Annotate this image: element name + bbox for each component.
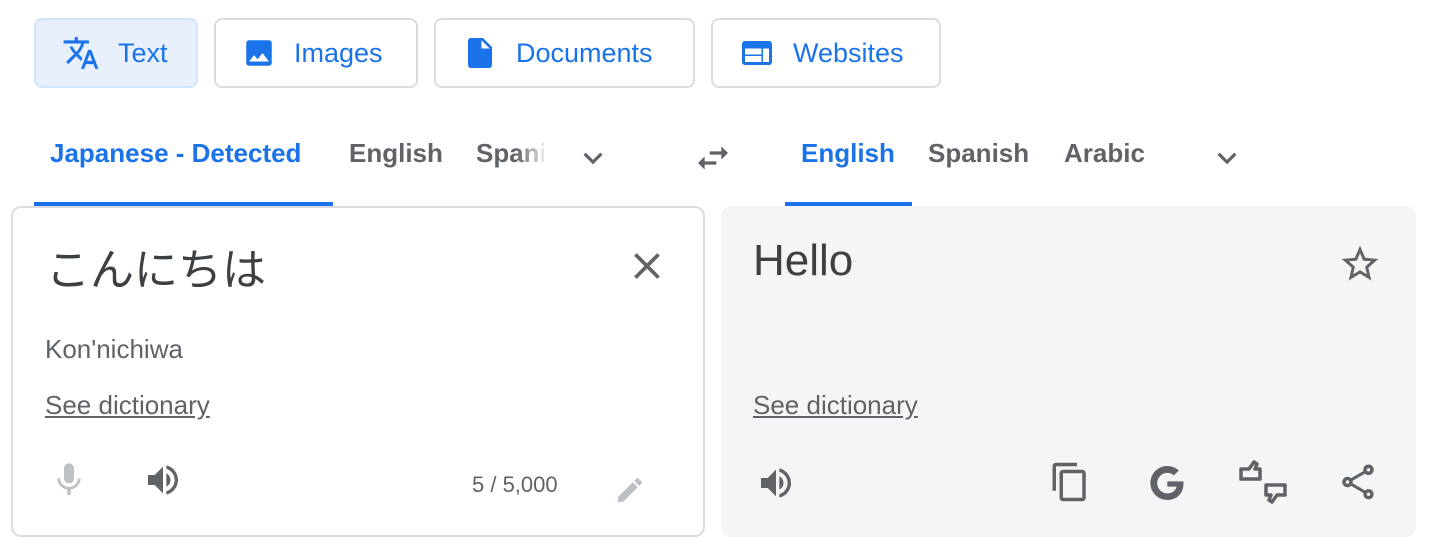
close-icon[interactable] (625, 244, 669, 288)
feedback-icon[interactable] (1238, 459, 1288, 505)
document-icon (468, 38, 492, 68)
documents-mode-button[interactable]: Documents (434, 18, 695, 88)
chevron-down-icon[interactable] (574, 139, 612, 177)
character-count: 5 / 5,000 (472, 472, 558, 497)
copy-icon[interactable] (1049, 461, 1091, 503)
source-transliteration: Kon'nichiwa (45, 334, 183, 364)
target-see-dictionary-link[interactable]: See dictionary (753, 390, 918, 421)
text-mode-label: Text (118, 37, 168, 68)
translated-text: Hello (753, 236, 854, 285)
edit-pencil-icon[interactable] (614, 474, 646, 506)
websites-mode-label: Websites (793, 37, 904, 68)
website-icon (742, 41, 772, 65)
text-mode-button[interactable]: Text (34, 18, 198, 88)
microphone-icon[interactable] (49, 459, 89, 501)
documents-mode-label: Documents (516, 37, 653, 68)
image-icon (246, 40, 272, 66)
translation-panel: Hello See dictionary (721, 206, 1416, 537)
chevron-down-icon[interactable] (1208, 139, 1246, 177)
source-text-input[interactable]: こんにちは (46, 234, 266, 298)
target-lang-tab-arabic[interactable]: Arabic (1064, 138, 1145, 178)
swap-languages-icon[interactable] (692, 138, 734, 178)
star-icon[interactable] (1338, 242, 1382, 286)
images-mode-label: Images (294, 37, 383, 68)
target-lang-tab-english[interactable]: English (801, 138, 895, 178)
source-text-panel: こんにちは Kon'nichiwa See dictionary 5 / 5,0… (11, 206, 705, 537)
listen-source-icon[interactable] (143, 460, 183, 500)
source-lang-tab-spanish[interactable]: Spanish (476, 138, 544, 178)
target-lang-tab-spanish[interactable]: Spanish (928, 138, 1029, 178)
source-see-dictionary-link[interactable]: See dictionary (45, 390, 210, 421)
images-mode-button[interactable]: Images (214, 18, 418, 88)
translate-icon (63, 37, 99, 69)
google-icon[interactable] (1146, 462, 1188, 504)
share-icon[interactable] (1337, 461, 1379, 503)
listen-translation-icon[interactable] (756, 463, 796, 503)
websites-mode-button[interactable]: Websites (711, 18, 941, 88)
source-lang-tab-english[interactable]: English (349, 138, 443, 178)
source-lang-tab-detected[interactable]: Japanese - Detected (50, 138, 301, 178)
